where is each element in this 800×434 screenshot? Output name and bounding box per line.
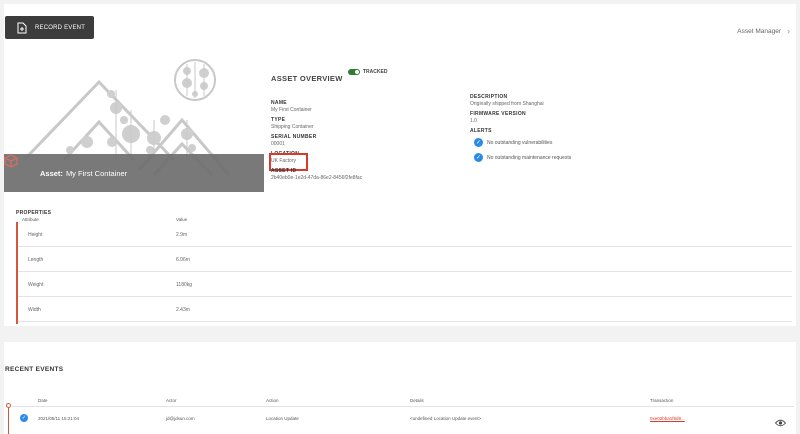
type-field: TYPE Shipping Container bbox=[271, 117, 314, 130]
asset-manager-label: Asset Manager bbox=[737, 27, 781, 35]
alert-text: No outstanding vulnerabilities bbox=[487, 139, 553, 146]
property-row: Weight 1180kg bbox=[18, 272, 792, 297]
description-field: DESCRIPTION Originally shipped from Shan… bbox=[470, 94, 544, 107]
property-value: 2.43m bbox=[176, 307, 190, 313]
recent-events-title: RECENT EVENTS bbox=[5, 366, 64, 373]
firmware-field: FIRMWARE VERSION 1.0 bbox=[470, 111, 526, 124]
event-date: 2021/05/11 15:21:04 bbox=[38, 416, 79, 421]
property-row: Length 6.06m bbox=[18, 247, 792, 272]
record-event-label: RECORD EVENT bbox=[35, 24, 86, 31]
alert-item: ✓ No outstanding vulnerabilities bbox=[474, 138, 552, 147]
property-value: 1180kg bbox=[176, 282, 193, 288]
property-row: Width 2.43m bbox=[18, 297, 792, 322]
date-column-header: Date bbox=[38, 398, 48, 403]
check-circle-icon: ✓ bbox=[474, 153, 483, 162]
details-column-header: Details bbox=[410, 398, 424, 403]
alerts-label: ALERTS bbox=[470, 128, 492, 134]
events-header-divider bbox=[12, 406, 794, 407]
check-circle-icon: ✓ bbox=[20, 414, 28, 422]
tracked-toggle[interactable]: TRACKED bbox=[348, 69, 387, 75]
recent-events-card: RECENT EVENTS Date Actor Action Details … bbox=[4, 342, 796, 434]
eye-icon[interactable] bbox=[774, 414, 787, 427]
asset-overview-header: ASSET OVERVIEW TRACKED bbox=[271, 68, 387, 86]
check-circle-icon: ✓ bbox=[474, 138, 483, 147]
property-attribute: Height bbox=[28, 232, 43, 238]
asset-id-label: ASSET ID bbox=[271, 168, 297, 174]
asset-id-field: ASSET ID 2b40eb0e-1e2d-47da-86e2-8456f2f… bbox=[271, 168, 362, 181]
action-column-header: Action bbox=[266, 398, 279, 403]
properties-title: PROPERTIES bbox=[16, 210, 52, 216]
property-attribute: Weight bbox=[28, 282, 44, 288]
property-row: Height 2.9m bbox=[18, 222, 792, 247]
container-cube-icon bbox=[4, 154, 30, 180]
name-label: NAME bbox=[271, 100, 287, 106]
record-event-button[interactable]: RECORD EVENT bbox=[5, 16, 94, 39]
firmware-value: 1.0 bbox=[470, 118, 477, 124]
asset-name-banner: Asset: My First Container bbox=[4, 154, 264, 192]
asset-hero-image: Asset: My First Container bbox=[4, 50, 264, 198]
asset-detail-card: RECORD EVENT Asset Manager › Asset: My F… bbox=[4, 4, 796, 326]
event-action: Location Update bbox=[266, 416, 299, 421]
serial-field: SERIAL NUMBER 00001 bbox=[271, 134, 316, 147]
property-attribute: Width bbox=[28, 307, 41, 313]
property-attribute: Length bbox=[28, 257, 44, 263]
tracked-label: TRACKED bbox=[363, 69, 388, 75]
asset-manager-link[interactable]: Asset Manager › bbox=[737, 26, 790, 36]
actor-column-header: Actor bbox=[166, 398, 177, 403]
property-value: 2.9m bbox=[176, 232, 188, 238]
name-field: NAME My First Container bbox=[271, 100, 312, 113]
asset-overview-title: ASSET OVERVIEW bbox=[271, 74, 343, 83]
asset-id-value: 2b40eb0e-1e2d-47da-86e2-8456f2fe8fac bbox=[271, 175, 363, 181]
timeline-dot-icon bbox=[6, 403, 11, 408]
transaction-column-header: Transaction bbox=[650, 398, 674, 403]
toggle-switch-icon bbox=[348, 69, 360, 75]
event-actor: jd@jdsun.com bbox=[166, 416, 195, 421]
event-details: <undefined Location Update event> bbox=[410, 416, 482, 421]
property-value: 6.06m bbox=[176, 257, 190, 263]
type-label: TYPE bbox=[271, 117, 286, 123]
name-value: My First Container bbox=[271, 107, 312, 113]
asset-prefix: Asset: bbox=[40, 168, 63, 178]
events-timeline-rail bbox=[8, 404, 9, 434]
type-value: Shipping Container bbox=[271, 124, 314, 130]
chevron-right-icon: › bbox=[787, 26, 790, 36]
serial-label: SERIAL NUMBER bbox=[271, 134, 317, 140]
serial-value: 00001 bbox=[271, 141, 285, 147]
asset-name: My First Container bbox=[65, 168, 128, 178]
description-label: DESCRIPTION bbox=[470, 94, 508, 100]
alerts-field: ALERTS bbox=[470, 128, 492, 134]
firmware-label: FIRMWARE VERSION bbox=[470, 111, 526, 117]
add-document-icon bbox=[15, 21, 29, 35]
description-value: Originally shipped from Shanghai bbox=[470, 101, 544, 107]
alert-text: No outstanding maintenance requests bbox=[487, 154, 572, 161]
alert-item: ✓ No outstanding maintenance requests bbox=[474, 153, 571, 162]
event-transaction-link[interactable]: 0xe02bba1f9d9... bbox=[650, 416, 685, 421]
